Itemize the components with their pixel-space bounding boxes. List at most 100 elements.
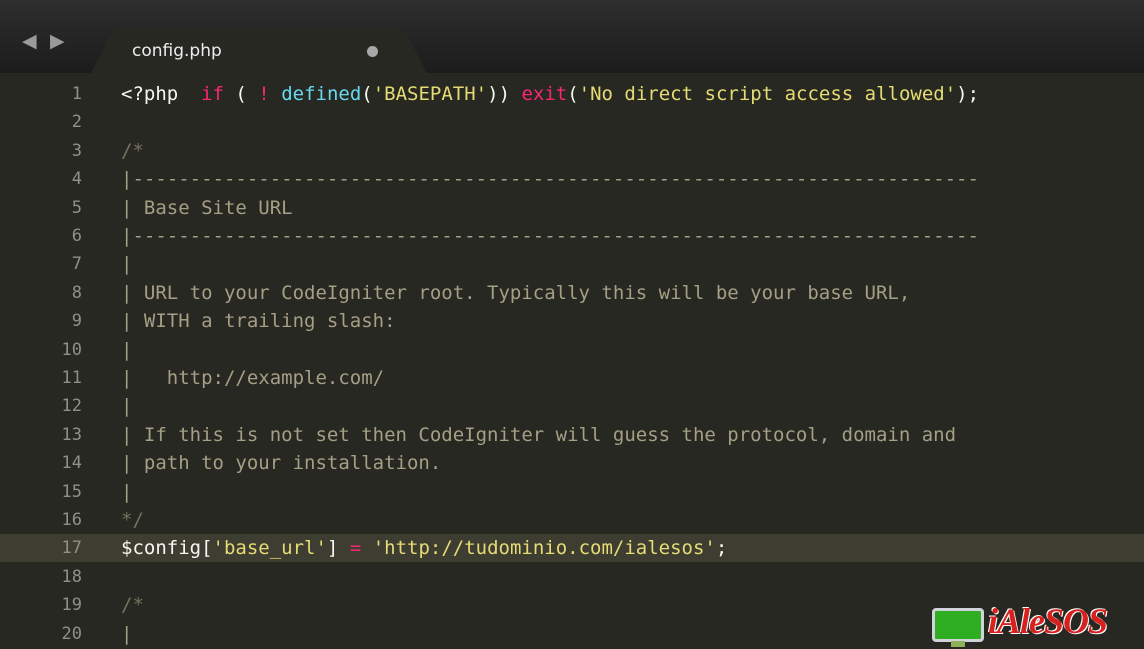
code-token: | http://example.com/ bbox=[121, 367, 385, 389]
code-text: | bbox=[121, 478, 132, 506]
line-number: 17 bbox=[61, 538, 82, 559]
code-token: | bbox=[121, 622, 133, 645]
code-line[interactable]: 17 $config['base_url'] = 'http://tudomini… bbox=[0, 534, 1144, 563]
code-token: ( bbox=[223, 83, 259, 105]
code-token: 'http://tudominio.com/ialesos' bbox=[372, 537, 716, 560]
code-text: <?php if ( ! defined('BASEPATH')) exit('… bbox=[121, 80, 979, 108]
line-number: 5 bbox=[71, 197, 82, 218]
code-line[interactable]: 14 | path to your installation. bbox=[0, 449, 1144, 477]
line-number: 16 bbox=[61, 510, 82, 530]
code-text: /* bbox=[121, 591, 144, 619]
line-number: 14 bbox=[61, 453, 82, 474]
code-token: ; bbox=[715, 537, 728, 560]
code-token: /* bbox=[121, 594, 144, 617]
line-number: 11 bbox=[61, 368, 82, 388]
line-number: 8 bbox=[71, 282, 82, 303]
line-number: 13 bbox=[61, 424, 82, 445]
code-line[interactable]: 2 bbox=[0, 108, 1144, 136]
tab-config-php[interactable]: config.php bbox=[91, 27, 427, 73]
code-line[interactable]: 11 | http://example.com/ bbox=[0, 364, 1144, 392]
code-text: | Base Site URL bbox=[121, 194, 293, 222]
code-token: 'base_url' bbox=[212, 537, 327, 560]
code-text: | WITH a trailing slash: bbox=[121, 307, 396, 335]
code-line[interactable]: 12 | bbox=[0, 392, 1144, 420]
code-token: /* bbox=[121, 139, 144, 162]
code-line[interactable]: 9 | WITH a trailing slash: bbox=[0, 307, 1144, 335]
code-token: $config[ bbox=[121, 537, 213, 560]
unsaved-dot-icon[interactable] bbox=[367, 46, 378, 57]
code-text: | http://example.com/ bbox=[121, 364, 384, 392]
code-token: 'No direct script access allowed' bbox=[578, 83, 957, 105]
code-text: | path to your installation. bbox=[121, 449, 441, 477]
code-token: | path to your installation. bbox=[121, 452, 442, 475]
line-number: 19 bbox=[61, 595, 82, 616]
code-token: <?php bbox=[121, 83, 202, 105]
code-token: 'BASEPATH' bbox=[372, 83, 488, 105]
code-token: ); bbox=[956, 83, 980, 105]
line-number: 12 bbox=[61, 396, 82, 417]
code-token: | bbox=[121, 480, 133, 503]
line-number: 3 bbox=[71, 140, 82, 161]
monitor-icon bbox=[932, 608, 984, 647]
code-text: | If this is not set then CodeIgniter wi… bbox=[121, 421, 956, 449]
line-number: 18 bbox=[61, 566, 82, 587]
code-token: if bbox=[201, 83, 224, 105]
code-line[interactable]: 3 /* bbox=[0, 137, 1144, 165]
code-line[interactable]: 15 | bbox=[0, 478, 1144, 506]
code-line[interactable]: 4 |--------------------------------------… bbox=[0, 165, 1144, 193]
code-token: ( bbox=[567, 83, 579, 105]
forward-arrow-icon[interactable]: ▶ bbox=[50, 30, 65, 52]
tab-title: config.php bbox=[132, 41, 222, 61]
code-text: |---------------------------------------… bbox=[121, 222, 979, 250]
code-token: ( bbox=[361, 83, 373, 105]
code-line[interactable]: 5 | Base Site URL bbox=[0, 194, 1144, 222]
line-number: 6 bbox=[71, 226, 82, 246]
code-text: | bbox=[121, 336, 132, 364]
code-line[interactable]: 18 bbox=[0, 563, 1144, 591]
line-number: 20 bbox=[61, 623, 82, 644]
code-text: | bbox=[121, 392, 132, 420]
code-line[interactable]: 6 |--------------------------------------… bbox=[0, 222, 1144, 250]
code-token: |---------------------------------------… bbox=[121, 225, 979, 247]
code-token: ! bbox=[258, 83, 270, 105]
code-token: | bbox=[121, 253, 133, 276]
code-token: */ bbox=[121, 509, 144, 531]
watermark-logo: iAleSOS bbox=[932, 598, 1132, 649]
line-number: 7 bbox=[71, 254, 82, 275]
code-token: | bbox=[121, 338, 133, 361]
code-token: | If this is not set then CodeIgniter wi… bbox=[121, 423, 957, 446]
code-text: | bbox=[121, 620, 132, 648]
code-text: | bbox=[121, 250, 132, 278]
line-number: 4 bbox=[71, 169, 82, 190]
code-token: = bbox=[349, 537, 362, 560]
code-text: |---------------------------------------… bbox=[121, 165, 979, 193]
code-token: | WITH a trailing slash: bbox=[121, 310, 396, 333]
code-line[interactable]: 16 */ bbox=[0, 506, 1144, 534]
code-text: $config['base_url'] = 'http://tudominio.… bbox=[121, 534, 727, 562]
code-token: exit bbox=[521, 83, 568, 105]
code-token: | URL to your CodeIgniter root. Typicall… bbox=[121, 281, 911, 304]
code-line[interactable]: 10 | bbox=[0, 336, 1144, 364]
line-number: 1 bbox=[71, 84, 82, 104]
code-line[interactable]: 13 | If this is not set then CodeIgniter … bbox=[0, 421, 1144, 449]
back-arrow-icon[interactable]: ◀ bbox=[22, 30, 37, 52]
code-line[interactable]: 1 <?php if ( ! defined('BASEPATH')) exit(… bbox=[0, 80, 1144, 108]
code-line[interactable]: 8 | URL to your CodeIgniter root. Typical… bbox=[0, 279, 1144, 307]
code-token: )) bbox=[487, 83, 522, 105]
code-token: ] bbox=[326, 537, 350, 560]
code-line[interactable]: 7 | bbox=[0, 250, 1144, 278]
line-number: 15 bbox=[61, 481, 82, 502]
code-text: */ bbox=[121, 506, 144, 534]
code-text: | URL to your CodeIgniter root. Typicall… bbox=[121, 279, 910, 307]
watermark-text: iAleSOS bbox=[988, 601, 1108, 641]
line-number: 10 bbox=[61, 339, 82, 360]
code-editor[interactable]: 1 <?php if ( ! defined('BASEPATH')) exit(… bbox=[0, 73, 1144, 649]
tab-bar: ◀ ▶ config.php bbox=[0, 0, 1144, 73]
line-number: 9 bbox=[71, 311, 82, 332]
code-token: defined bbox=[281, 83, 362, 105]
code-token: | bbox=[121, 395, 133, 418]
code-token: | Base Site URL bbox=[121, 196, 293, 219]
line-number: 2 bbox=[71, 112, 82, 133]
